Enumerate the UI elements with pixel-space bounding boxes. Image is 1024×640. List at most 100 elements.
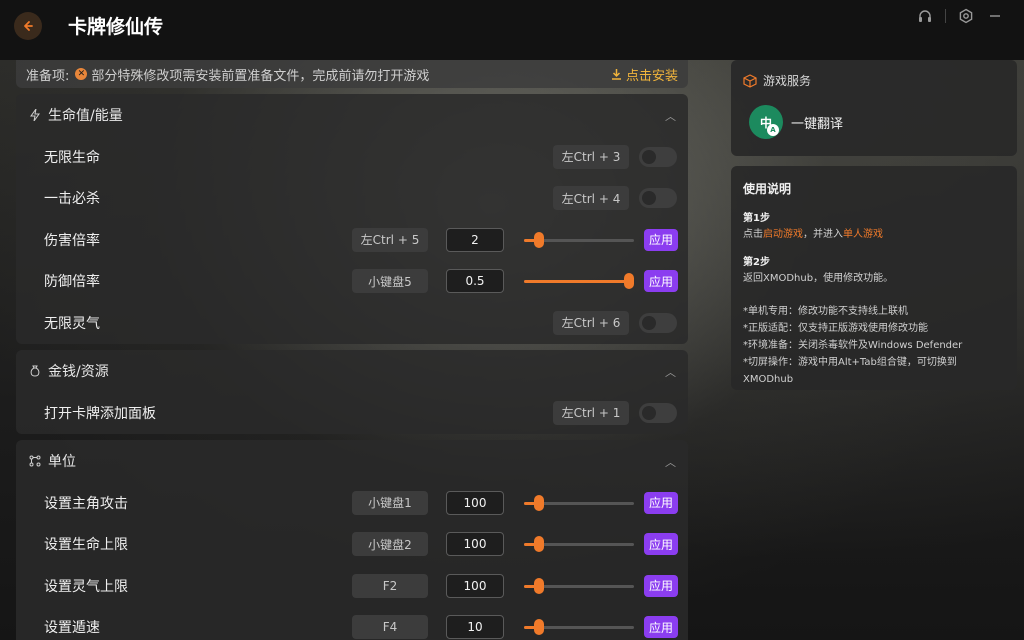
back-arrow-icon: [24, 21, 33, 31]
service-label: 一键翻译: [791, 116, 844, 132]
hotkey-badge[interactable]: 左Ctrl + 1: [553, 400, 629, 425]
translate-icon-sub: A: [767, 124, 779, 136]
hotkey-badge[interactable]: F4: [352, 615, 428, 640]
list-item: 无限生命 左Ctrl + 3: [16, 136, 688, 178]
option-label: 设置主角攻击: [44, 495, 128, 512]
hotkey-badge[interactable]: F2: [352, 573, 428, 598]
toggle-switch[interactable]: [639, 146, 677, 167]
panel-title: 使用说明: [743, 182, 792, 196]
hotkey-badge[interactable]: 左Ctrl + 5: [352, 227, 428, 252]
settings-icon[interactable]: [955, 5, 977, 27]
prerequisite-notice: 准备项: ✕ 部分特殊修改项需安装前置准备文件，完成前请勿打开游戏 点击安装: [16, 60, 688, 88]
value-slider[interactable]: [524, 532, 634, 556]
note-item: *单机专用：修改功能不支持线上联机: [743, 306, 908, 317]
section-health-energy: 生命值/能量 ︿ 无限生命 左Ctrl + 3 一击必杀 左Ctrl + 4 伤…: [16, 94, 688, 344]
minimize-icon[interactable]: [984, 5, 1006, 27]
list-item: 设置灵气上限 F2 100 应用: [16, 565, 688, 607]
panel-title: 游戏服务: [763, 74, 812, 88]
notes-list: *单机专用：修改功能不支持线上联机 *正版适配：仅支持正版游戏使用修改功能 *环…: [743, 303, 1005, 388]
apply-button[interactable]: 应用: [644, 228, 678, 251]
headset-icon[interactable]: [914, 5, 936, 27]
step-1: 第1步 点击启动游戏，并进入单人游戏: [743, 211, 1005, 243]
app-title: 卡牌修仙传: [68, 16, 164, 38]
nodes-icon: [28, 454, 42, 468]
option-label: 伤害倍率: [44, 232, 100, 249]
section-title: 单位: [48, 454, 76, 470]
option-label: 无限灵气: [44, 315, 100, 332]
apply-button[interactable]: 应用: [644, 270, 678, 293]
value-slider[interactable]: [524, 491, 634, 515]
value-input[interactable]: 0.5: [446, 269, 504, 294]
translate-icon: 中 A: [749, 105, 783, 139]
single-player-link[interactable]: 单人游戏: [843, 229, 883, 240]
box-icon: [743, 73, 757, 88]
section-title: 金钱/资源: [48, 364, 109, 380]
value-input[interactable]: 2: [446, 227, 504, 252]
value-input[interactable]: 100: [446, 573, 504, 598]
list-item: 伤害倍率 左Ctrl + 5 2 应用: [16, 219, 688, 261]
value-slider[interactable]: [524, 228, 634, 252]
list-item: 防御倍率 小键盘5 0.5 应用: [16, 261, 688, 303]
option-label: 设置生命上限: [44, 537, 128, 554]
option-label: 设置灵气上限: [44, 578, 128, 595]
section-units: 单位 ︿ 设置主角攻击 小键盘1 100 应用 设置生命上限 小键盘2 100 …: [16, 440, 688, 640]
toggle-switch[interactable]: [639, 312, 677, 333]
usage-instructions-panel: 使用说明 第1步 点击启动游戏，并进入单人游戏 第2步 返回XMODhub，使用…: [731, 166, 1017, 390]
notice-message: 部分特殊修改项需安装前置准备文件，完成前请勿打开游戏: [91, 68, 430, 84]
apply-button[interactable]: 应用: [644, 616, 678, 639]
list-item: 无限灵气 左Ctrl + 6: [16, 302, 688, 344]
money-bag-icon: [28, 364, 42, 378]
section-header[interactable]: 金钱/资源 ︿: [16, 350, 688, 392]
hotkey-badge[interactable]: 小键盘5: [352, 269, 428, 294]
lightning-icon: [28, 108, 42, 122]
list-item: 打开卡牌添加面板 左Ctrl + 1: [16, 392, 688, 434]
panel-header: 游戏服务: [743, 72, 1005, 89]
launch-game-link[interactable]: 启动游戏: [763, 229, 803, 240]
list-item: 设置遁速 F4 10 应用: [16, 607, 688, 640]
list-item: 设置主角攻击 小键盘1 100 应用: [16, 482, 688, 524]
install-button[interactable]: 点击安装: [611, 65, 678, 84]
hotkey-badge[interactable]: 左Ctrl + 4: [553, 186, 629, 211]
translate-service[interactable]: 中 A 一键翻译: [749, 105, 1005, 139]
game-services-panel: 游戏服务 中 A 一键翻译: [731, 60, 1017, 156]
option-label: 设置遁速: [44, 620, 100, 637]
section-header[interactable]: 生命值/能量 ︿: [16, 94, 688, 136]
list-item: 设置生命上限 小键盘2 100 应用: [16, 524, 688, 566]
step-2: 第2步 返回XMODhub，使用修改功能。: [743, 255, 1005, 287]
toggle-switch[interactable]: [639, 402, 677, 423]
value-slider[interactable]: [524, 574, 634, 598]
title-bar: 卡牌修仙传: [0, 0, 1024, 60]
hotkey-badge[interactable]: 左Ctrl + 3: [553, 144, 629, 169]
option-label: 一击必杀: [44, 191, 100, 208]
section-header[interactable]: 单位 ︿: [16, 440, 688, 482]
toggle-switch[interactable]: [639, 188, 677, 209]
titlebar-divider: [945, 9, 946, 23]
chevron-up-icon[interactable]: ︿: [665, 364, 676, 380]
value-slider[interactable]: [524, 269, 634, 293]
option-label: 无限生命: [44, 149, 100, 166]
chevron-up-icon[interactable]: ︿: [665, 454, 676, 470]
apply-button[interactable]: 应用: [644, 533, 678, 556]
hotkey-badge[interactable]: 小键盘1: [352, 490, 428, 515]
apply-button[interactable]: 应用: [644, 491, 678, 514]
section-money-resources: 金钱/资源 ︿ 打开卡牌添加面板 左Ctrl + 1: [16, 350, 688, 434]
hotkey-badge[interactable]: 小键盘2: [352, 532, 428, 557]
back-button[interactable]: [14, 12, 42, 40]
chevron-up-icon[interactable]: ︿: [665, 108, 676, 124]
install-label: 点击安装: [625, 68, 678, 84]
list-item: 一击必杀 左Ctrl + 4: [16, 178, 688, 220]
download-icon: [611, 69, 621, 80]
notice-label: 准备项:: [26, 68, 70, 84]
step-text: 点击: [743, 229, 763, 240]
value-input[interactable]: 100: [446, 490, 504, 515]
step-title: 第2步: [743, 257, 770, 268]
value-input[interactable]: 100: [446, 532, 504, 557]
value-input[interactable]: 10: [446, 615, 504, 640]
apply-button[interactable]: 应用: [644, 574, 678, 597]
value-slider[interactable]: [524, 615, 634, 639]
note-item: *环境准备：关闭杀毒软件及Windows Defender: [743, 340, 963, 351]
step-text: 返回XMODhub，使用修改功能。: [743, 273, 894, 284]
option-label: 防御倍率: [44, 274, 100, 291]
hotkey-badge[interactable]: 左Ctrl + 6: [553, 310, 629, 335]
option-label: 打开卡牌添加面板: [44, 405, 156, 422]
